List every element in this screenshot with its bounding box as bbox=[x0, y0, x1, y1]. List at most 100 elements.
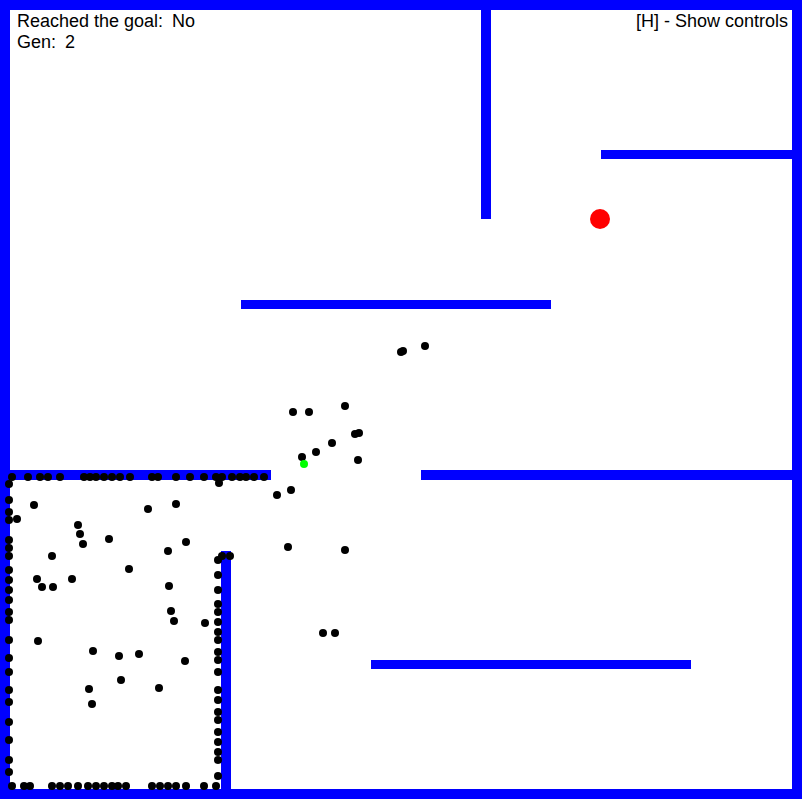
agent-dot bbox=[298, 453, 306, 461]
agent-dot bbox=[5, 616, 13, 624]
agent-dot bbox=[74, 521, 82, 529]
agent-dot bbox=[214, 571, 222, 579]
agent-dot bbox=[8, 473, 16, 481]
agent-dot bbox=[79, 540, 87, 548]
agent-dot bbox=[164, 547, 172, 555]
agent-dot bbox=[5, 516, 13, 524]
agent-dot bbox=[165, 582, 173, 590]
agent-dot bbox=[214, 728, 222, 736]
agent-dot bbox=[341, 402, 349, 410]
maze-canvas bbox=[0, 0, 802, 799]
agent-dot bbox=[5, 768, 13, 776]
game-screen: Reached the goal:NoGen:2 [H] - Show contr… bbox=[0, 0, 802, 799]
maze-wall bbox=[0, 0, 802, 10]
agent-dot bbox=[214, 738, 222, 746]
agent-dot bbox=[5, 668, 13, 676]
agent-dot bbox=[5, 552, 13, 560]
agent-dot bbox=[164, 782, 172, 790]
agent-dot bbox=[8, 782, 16, 790]
agent-dot bbox=[250, 473, 258, 481]
maze-wall bbox=[421, 470, 792, 480]
agent-dot bbox=[5, 636, 13, 644]
agent-dot bbox=[214, 618, 222, 626]
agent-dot bbox=[319, 629, 327, 637]
agent-dot bbox=[226, 552, 234, 560]
agent-dot bbox=[214, 748, 222, 756]
agent-dot bbox=[56, 782, 64, 790]
agent-dot bbox=[5, 536, 13, 544]
agent-dot bbox=[33, 575, 41, 583]
agent-dot bbox=[36, 473, 44, 481]
agent-dot bbox=[5, 608, 13, 616]
agent-dot bbox=[125, 565, 133, 573]
agent-dot bbox=[44, 473, 52, 481]
agent-dot bbox=[214, 696, 222, 704]
agent-dot bbox=[135, 650, 143, 658]
goal-status: Reached the goal:No bbox=[17, 11, 195, 32]
agent-dot bbox=[172, 473, 180, 481]
agent-dot bbox=[214, 756, 222, 764]
agent-dot bbox=[186, 473, 194, 481]
agent-dot bbox=[354, 456, 362, 464]
agent-dot bbox=[38, 583, 46, 591]
agent-dot bbox=[148, 782, 156, 790]
agent-dot bbox=[13, 515, 21, 523]
agent-dot bbox=[242, 473, 250, 481]
agent-dot bbox=[88, 700, 96, 708]
controls-hint: [H] - Show controls bbox=[636, 11, 788, 32]
agent-dot bbox=[74, 782, 82, 790]
generation: Gen:2 bbox=[17, 32, 195, 53]
agent-dot bbox=[122, 782, 130, 790]
agent-dot bbox=[155, 684, 163, 692]
agent-dot bbox=[214, 708, 222, 716]
agent-dot bbox=[289, 408, 297, 416]
agent-dot bbox=[167, 607, 175, 615]
agent-dot bbox=[5, 736, 13, 744]
agent-dot bbox=[5, 586, 13, 594]
agent-dot bbox=[5, 686, 13, 694]
agent-dot bbox=[56, 473, 64, 481]
agent-dot bbox=[5, 698, 13, 706]
agent-dot bbox=[156, 782, 164, 790]
agent-dot bbox=[201, 619, 209, 627]
agent-dot bbox=[287, 486, 295, 494]
agent-dot bbox=[84, 782, 92, 790]
agent-dot bbox=[172, 500, 180, 508]
agent-dot bbox=[5, 480, 13, 488]
agent-dot bbox=[214, 772, 222, 780]
agent-dot bbox=[5, 566, 13, 574]
agent-dot bbox=[214, 636, 222, 644]
agent-dot bbox=[214, 608, 222, 616]
agent-dot bbox=[182, 538, 190, 546]
agent-dot bbox=[5, 718, 13, 726]
agent-dot bbox=[108, 473, 116, 481]
agent-dot bbox=[154, 473, 162, 481]
maze-wall bbox=[371, 660, 691, 669]
agent-dot bbox=[115, 652, 123, 660]
agent-dot bbox=[214, 668, 222, 676]
agent-dot bbox=[114, 782, 122, 790]
agent-dot bbox=[26, 782, 34, 790]
agent-dot bbox=[64, 782, 72, 790]
agent-dot bbox=[48, 782, 56, 790]
agent-dot bbox=[5, 496, 13, 504]
agent-dot bbox=[172, 782, 180, 790]
agent-dot bbox=[200, 473, 208, 481]
agent-dot bbox=[331, 629, 339, 637]
agent-dot bbox=[212, 782, 220, 790]
agent-dot bbox=[328, 439, 336, 447]
agent-dot bbox=[117, 676, 125, 684]
agent-dot bbox=[105, 535, 113, 543]
agent-dot bbox=[68, 575, 76, 583]
maze-wall bbox=[0, 0, 10, 799]
agent-dot bbox=[92, 473, 100, 481]
agent-dot bbox=[5, 576, 13, 584]
agent-dot bbox=[284, 543, 292, 551]
agent-dot bbox=[5, 756, 13, 764]
agent-dot bbox=[214, 600, 222, 608]
agent-dot bbox=[214, 656, 222, 664]
agent-dot bbox=[228, 473, 236, 481]
maze-wall bbox=[601, 150, 792, 159]
agent-dot bbox=[273, 491, 281, 499]
agent-dot bbox=[170, 617, 178, 625]
